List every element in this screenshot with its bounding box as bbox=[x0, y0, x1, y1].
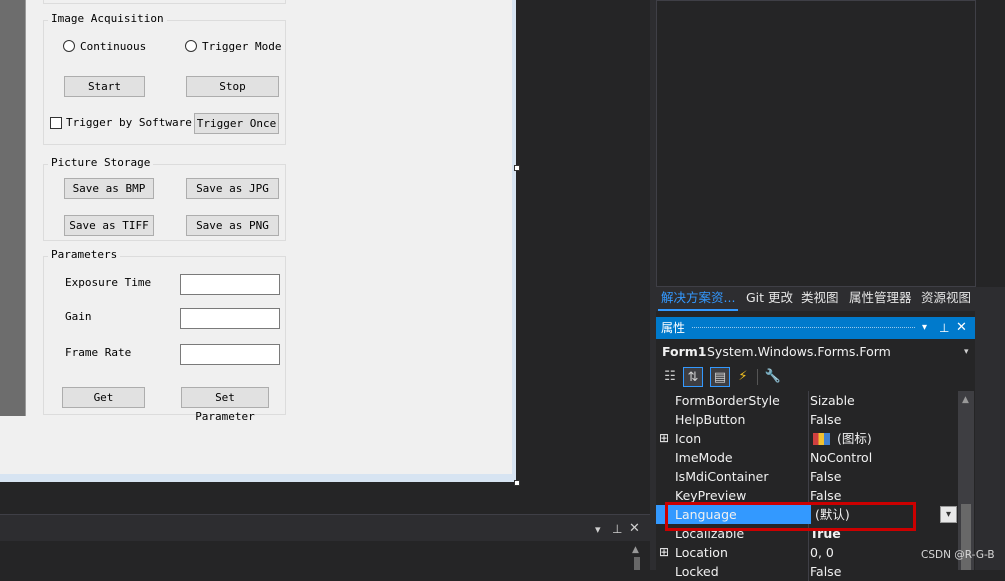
group-title-acquisition: Image Acquisition bbox=[48, 12, 167, 25]
frame-rate-label: Frame Rate bbox=[65, 346, 132, 359]
properties-title-bar: 属性 ▾ ⊥ ✕ bbox=[656, 317, 975, 339]
group-title-parameters: Parameters bbox=[48, 248, 121, 261]
bottom-scroll-thumb[interactable] bbox=[634, 557, 640, 570]
properties-title: 属性 bbox=[661, 321, 686, 335]
properties-dropdown-icon[interactable]: ▾ bbox=[922, 317, 927, 339]
property-row[interactable]: HelpButton False bbox=[656, 410, 956, 429]
scroll-up-icon[interactable]: ▲ bbox=[632, 545, 642, 557]
exposure-input[interactable] bbox=[180, 274, 280, 295]
frame-rate-input[interactable] bbox=[180, 344, 280, 365]
property-row[interactable]: ⊞ Location 0, 0 bbox=[656, 543, 956, 562]
tab-git-changes[interactable]: Git 更改 bbox=[746, 287, 793, 311]
properties-pin-icon[interactable]: ⊥ bbox=[939, 317, 949, 339]
stop-button[interactable]: Stop bbox=[186, 76, 279, 97]
resize-handle-right[interactable] bbox=[514, 165, 520, 171]
bottom-dropdown-icon[interactable]: ▾ bbox=[595, 523, 601, 536]
expand-icon[interactable]: ⊞ bbox=[659, 543, 669, 562]
radio-trigger-mode[interactable] bbox=[185, 40, 197, 52]
radio-trigger-label[interactable]: Trigger Mode bbox=[202, 40, 281, 53]
bottom-close-icon[interactable]: ✕ bbox=[629, 521, 640, 536]
language-dropdown-icon[interactable]: ▾ bbox=[940, 506, 957, 523]
tab-property-manager[interactable]: 属性管理器 bbox=[849, 287, 912, 311]
trigger-once-button[interactable]: Trigger Once bbox=[194, 113, 279, 134]
bottom-dock-divider bbox=[0, 514, 655, 515]
trigger-software-checkbox[interactable] bbox=[50, 117, 62, 129]
tab-class-view[interactable]: 类视图 bbox=[801, 287, 839, 311]
tab-strip: 解决方案资... Git 更改 类视图 属性管理器 资源视图 bbox=[656, 287, 1005, 311]
groupbox-top-edge bbox=[43, 0, 286, 4]
watermark: CSDN @R-G-B bbox=[921, 549, 995, 561]
set-parameter-button[interactable]: Set Parameter bbox=[181, 387, 269, 423]
properties-toolbar: ☷ ⇅ ▤ ⚡ 🔧 bbox=[656, 364, 975, 390]
highlight-box bbox=[665, 502, 916, 531]
solution-explorer-panel bbox=[656, 0, 976, 287]
radio-continuous-label[interactable]: Continuous bbox=[80, 40, 146, 53]
property-row[interactable]: FormBorderStyle Sizable bbox=[656, 391, 956, 410]
properties-close-icon[interactable]: ✕ bbox=[956, 317, 967, 339]
object-dropdown-icon[interactable]: ▾ bbox=[964, 341, 969, 363]
resize-handle-corner[interactable] bbox=[514, 480, 520, 486]
icon-preview-icon bbox=[813, 433, 830, 445]
events-icon[interactable]: ⚡ bbox=[733, 367, 753, 387]
bottom-pin-icon[interactable]: ⊥ bbox=[612, 522, 622, 536]
object-type: System.Windows.Forms.Form bbox=[707, 344, 891, 359]
object-name: Form1 bbox=[662, 344, 707, 359]
expand-icon[interactable]: ⊞ bbox=[659, 429, 669, 448]
active-tab-underline bbox=[658, 309, 738, 311]
save-bmp-button[interactable]: Save as BMP bbox=[64, 178, 154, 199]
object-selector[interactable]: Form1 System.Windows.Forms.Form ▾ bbox=[656, 341, 975, 363]
tab-solution-explorer[interactable]: 解决方案资... bbox=[661, 287, 735, 311]
property-scrollbar[interactable]: ▲ bbox=[958, 391, 974, 570]
radio-continuous[interactable] bbox=[63, 40, 75, 52]
property-pages-icon[interactable]: 🔧 bbox=[763, 367, 783, 387]
property-row[interactable]: ⊞ Icon (图标) bbox=[656, 429, 956, 448]
save-png-button[interactable]: Save as PNG bbox=[186, 215, 279, 236]
property-grid: FormBorderStyle Sizable HelpButton False ⊞… bbox=[656, 390, 975, 581]
property-row[interactable]: IsMdiContainer False bbox=[656, 467, 956, 486]
save-tiff-button[interactable]: Save as TIFF bbox=[64, 215, 154, 236]
gain-label: Gain bbox=[65, 310, 92, 323]
bottom-dock-body bbox=[0, 541, 650, 570]
properties-icon[interactable]: ▤ bbox=[710, 367, 730, 387]
gain-input[interactable] bbox=[180, 308, 280, 329]
title-grip bbox=[692, 327, 915, 330]
right-edge-panel bbox=[975, 287, 1005, 570]
tab-resource-view[interactable]: 资源视图 bbox=[921, 287, 971, 311]
property-row[interactable]: ImeMode NoControl bbox=[656, 448, 956, 467]
group-title-storage: Picture Storage bbox=[48, 156, 154, 169]
picture-box[interactable] bbox=[0, 0, 26, 416]
toolbar-separator bbox=[757, 369, 758, 385]
start-button[interactable]: Start bbox=[64, 76, 145, 97]
scroll-up-icon[interactable]: ▲ bbox=[962, 395, 969, 405]
categorized-icon[interactable]: ☷ bbox=[660, 367, 680, 387]
save-jpg-button[interactable]: Save as JPG bbox=[186, 178, 279, 199]
property-row[interactable]: Locked False bbox=[656, 562, 956, 581]
trigger-software-label[interactable]: Trigger by Software bbox=[66, 116, 192, 129]
get-button[interactable]: Get bbox=[62, 387, 145, 408]
alphabetical-icon[interactable]: ⇅ bbox=[683, 367, 703, 387]
exposure-label: Exposure Time bbox=[65, 276, 152, 289]
